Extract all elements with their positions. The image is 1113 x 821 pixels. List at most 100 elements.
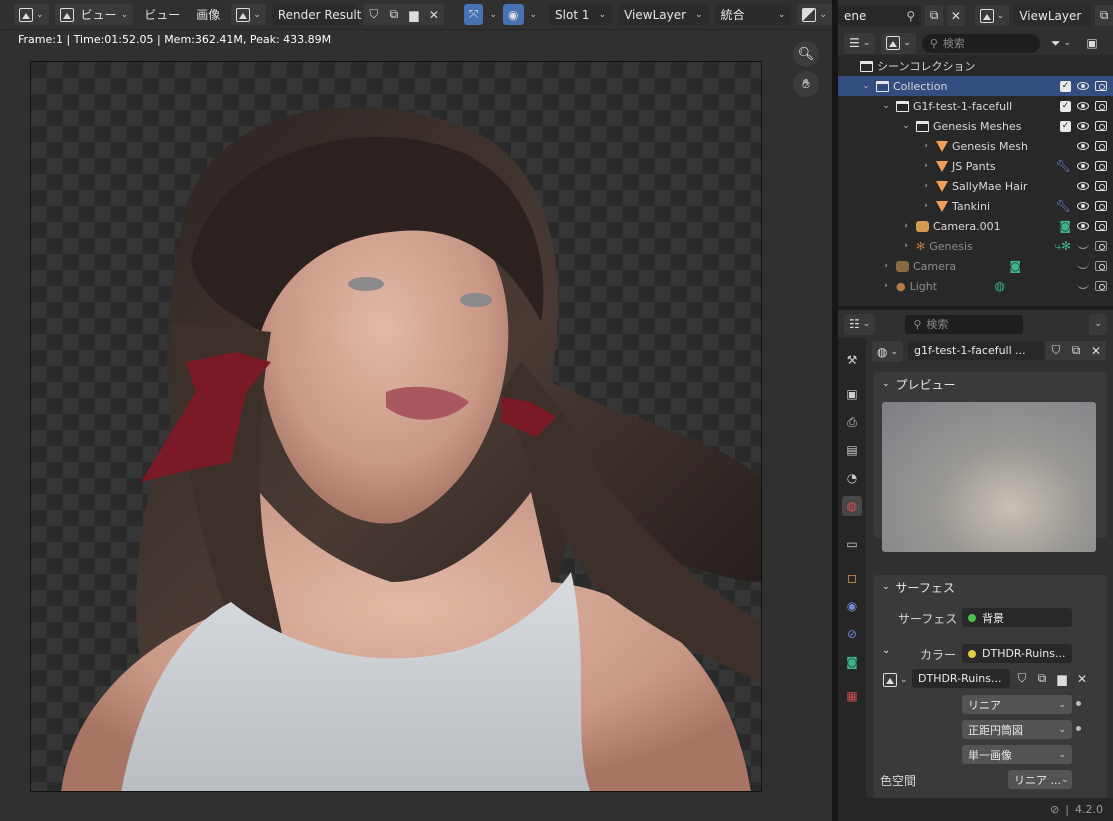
- render-result-image[interactable]: [30, 61, 762, 792]
- slot-dropdown[interactable]: Slot 1 ⌄: [549, 4, 613, 25]
- duplicate-icon[interactable]: ⧉: [1032, 669, 1052, 688]
- editor-type-button[interactable]: ⌄: [14, 4, 49, 25]
- camera-render-icon[interactable]: [1095, 81, 1107, 91]
- expand-arrow-icon[interactable]: ›: [900, 241, 912, 251]
- surface-shader-field[interactable]: 背景: [962, 608, 1072, 627]
- chevron-down-icon[interactable]: ⌄: [530, 10, 538, 20]
- expand-arrow-icon[interactable]: ⌄: [900, 121, 912, 131]
- color-expand-icon[interactable]: ⌄: [882, 645, 890, 656]
- object-tab-icon[interactable]: ◻: [842, 568, 862, 588]
- duplicate-icon[interactable]: ⧉: [1066, 341, 1086, 360]
- camera-render-icon[interactable]: [1095, 201, 1107, 211]
- output-tab-icon[interactable]: ⎙: [842, 412, 862, 432]
- expand-arrow-icon[interactable]: ›: [880, 281, 892, 291]
- new-collection-icon[interactable]: ▣: [1082, 33, 1102, 54]
- outliner-row-js-pants[interactable]: › JS Pants 🔧︎: [838, 156, 1113, 176]
- hidden-eye-icon[interactable]: [1077, 283, 1089, 289]
- world-name-field[interactable]: g1f-test-1-facefull ...: [908, 341, 1044, 360]
- eye-icon[interactable]: [1077, 122, 1089, 130]
- outliner-row-tankini[interactable]: › Tankini 🔧︎: [838, 196, 1113, 216]
- view-layer-name-field[interactable]: ViewLayer: [1013, 5, 1092, 26]
- source-dropdown[interactable]: 単一画像 ⌄: [962, 745, 1072, 764]
- eye-icon[interactable]: [1077, 162, 1089, 170]
- expand-arrow-icon[interactable]: ›: [880, 261, 892, 271]
- close-icon[interactable]: ✕: [1072, 669, 1092, 688]
- eye-icon[interactable]: [1077, 202, 1089, 210]
- camera-render-disabled-icon[interactable]: [1095, 241, 1107, 251]
- outliner-row-g1f[interactable]: ⌄ G1f-test-1-facefull ✓: [838, 96, 1113, 116]
- pin-icon[interactable]: ⚲: [906, 9, 915, 23]
- display-mode-button[interactable]: ⌄: [881, 32, 916, 54]
- exclude-checkbox[interactable]: ✓: [1060, 120, 1071, 132]
- eye-icon[interactable]: [1077, 182, 1089, 190]
- expand-arrow-icon[interactable]: ›: [920, 141, 932, 151]
- interpolation-dropdown[interactable]: リニア ⌄: [962, 695, 1072, 714]
- render-tab-icon[interactable]: ▣: [842, 384, 862, 404]
- camera-render-icon[interactable]: [1095, 101, 1107, 111]
- expand-arrow-icon[interactable]: ›: [920, 181, 932, 191]
- eye-icon[interactable]: [1077, 142, 1089, 150]
- object-data-tab-icon[interactable]: ◙: [842, 652, 862, 672]
- view-menu[interactable]: ビュー: [139, 4, 185, 25]
- world-browse-button[interactable]: ◍ ⌄: [872, 341, 904, 362]
- view-layer-dropdown[interactable]: ViewLayer ⌄: [618, 4, 709, 25]
- expand-arrow-icon[interactable]: ›: [900, 221, 912, 231]
- pan-hand-icon[interactable]: ✋︎: [793, 71, 819, 97]
- zoom-gizmo-icon[interactable]: 🔍︎: [793, 41, 819, 67]
- exclude-checkbox[interactable]: ✓: [1060, 100, 1071, 112]
- view-layer-browse-button[interactable]: ⌄: [974, 5, 1010, 26]
- outliner-editor-type-button[interactable]: ☰ ⌄: [844, 32, 876, 54]
- outliner-row-sallymae-hair[interactable]: › SallyMae Hair: [838, 176, 1113, 196]
- overlay-toggle-button[interactable]: ◉: [503, 4, 524, 25]
- close-icon[interactable]: ✕: [947, 5, 965, 26]
- texture-tab-icon[interactable]: ▦: [842, 686, 862, 706]
- gizmo-toggle-button[interactable]: ⤧: [463, 4, 484, 25]
- filter-button[interactable]: ⏷ ⌄: [1046, 33, 1076, 54]
- outliner-row-genesis-meshes[interactable]: ⌄ Genesis Meshes ✓: [838, 116, 1113, 136]
- pass-dropdown[interactable]: 統合 ⌄: [714, 4, 792, 25]
- image-browse-button[interactable]: ⌄: [878, 669, 913, 690]
- color-input-field[interactable]: DTHDR-Ruins...: [962, 644, 1072, 663]
- image-name-field[interactable]: Render Result: [271, 4, 361, 25]
- hidden-eye-icon[interactable]: [1077, 243, 1089, 249]
- eye-icon[interactable]: [1077, 222, 1089, 230]
- outliner-row-light[interactable]: › ● Light ◍: [838, 276, 1113, 296]
- exclude-checkbox[interactable]: ✓: [1060, 80, 1071, 92]
- camera-render-icon[interactable]: [1095, 121, 1107, 131]
- constraints-tab-icon[interactable]: ⊘: [842, 624, 862, 644]
- tool-tab-icon[interactable]: ⚒: [842, 350, 862, 370]
- properties-search-input[interactable]: ⚲ 検索: [905, 314, 1024, 334]
- properties-editor-type-button[interactable]: ☷ ⌄: [844, 313, 876, 335]
- outliner-row-genesis[interactable]: › ✻ Genesis ⤷✻: [838, 236, 1113, 256]
- display-channels-button[interactable]: ⌄: [797, 4, 832, 25]
- preview-panel-header[interactable]: ⌄ プレビュー: [874, 372, 1107, 396]
- expand-arrow-icon[interactable]: ›: [920, 201, 932, 211]
- eye-icon[interactable]: [1077, 82, 1089, 90]
- camera-render-icon[interactable]: [1095, 141, 1107, 151]
- duplicate-icon[interactable]: ⧉: [383, 4, 404, 25]
- outliner-row-collection[interactable]: ⌄ Collection ✓: [838, 76, 1113, 96]
- camera-render-disabled-icon[interactable]: [1095, 281, 1107, 291]
- fake-user-shield-icon[interactable]: ⛉: [1012, 669, 1032, 688]
- camera-render-icon[interactable]: [1095, 181, 1107, 191]
- physics-tab-icon[interactable]: ◉: [842, 596, 862, 616]
- image-name-field[interactable]: DTHDR-Ruins...: [912, 669, 1010, 688]
- chevron-down-icon[interactable]: ⌄: [489, 10, 497, 20]
- mode-dropdown[interactable]: ビュー ⌄: [54, 4, 134, 25]
- eye-icon[interactable]: [1077, 102, 1089, 110]
- open-folder-icon[interactable]: ▆: [403, 4, 424, 25]
- outliner-row-camera-001[interactable]: › Camera.001 ◙: [838, 216, 1113, 236]
- world-tab-icon[interactable]: ◍: [842, 496, 862, 516]
- colorspace-dropdown[interactable]: リニア ... ⌄: [1008, 770, 1072, 789]
- outliner-search-input[interactable]: ⚲ 検索: [921, 33, 1040, 53]
- outliner-row-scene-collection[interactable]: シーンコレクション: [838, 56, 1113, 76]
- scene-tab-icon[interactable]: ◔: [842, 468, 862, 488]
- image-menu[interactable]: 画像: [191, 4, 225, 25]
- camera-render-disabled-icon[interactable]: [1095, 261, 1107, 271]
- camera-render-icon[interactable]: [1095, 221, 1107, 231]
- new-scene-icon[interactable]: ⧉: [925, 5, 943, 26]
- outliner-row-camera[interactable]: › Camera ◙: [838, 256, 1113, 276]
- open-folder-icon[interactable]: ▆: [1052, 669, 1072, 688]
- close-icon[interactable]: ✕: [423, 4, 444, 25]
- expand-arrow-icon[interactable]: ›: [920, 161, 932, 171]
